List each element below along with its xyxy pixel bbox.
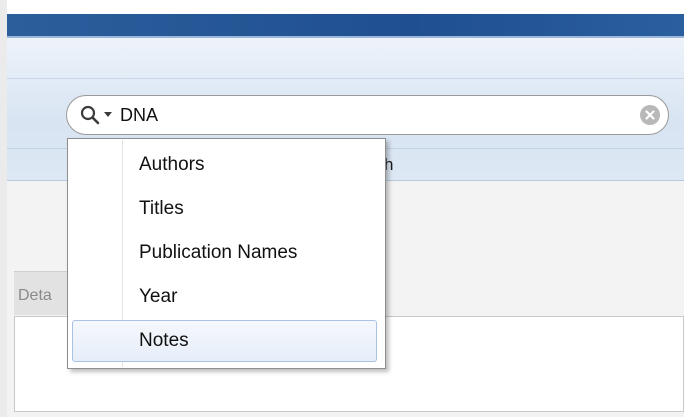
- menu-item-notes[interactable]: Notes: [72, 320, 377, 362]
- menu-item-authors[interactable]: Authors: [69, 144, 384, 186]
- window-frame-top: [0, 0, 684, 6]
- title-bar: [7, 14, 684, 38]
- ribbon-divider: [7, 78, 684, 79]
- menu-item-publication-names[interactable]: Publication Names: [69, 232, 384, 274]
- window-frame-left: [0, 0, 7, 417]
- clear-search-button[interactable]: [640, 105, 660, 125]
- chevron-down-icon[interactable]: [103, 108, 113, 120]
- search-field-menu: Authors Titles Publication Names Year No…: [67, 138, 386, 369]
- app-window: h Deta Authors Titles Publication Names …: [0, 0, 684, 417]
- tab-details[interactable]: Deta: [14, 271, 70, 315]
- clear-icon: [645, 110, 655, 120]
- search-icon[interactable]: [80, 105, 100, 125]
- search-input[interactable]: [120, 103, 620, 127]
- menu-item-titles[interactable]: Titles: [69, 188, 384, 230]
- menu-item-year[interactable]: Year: [69, 276, 384, 318]
